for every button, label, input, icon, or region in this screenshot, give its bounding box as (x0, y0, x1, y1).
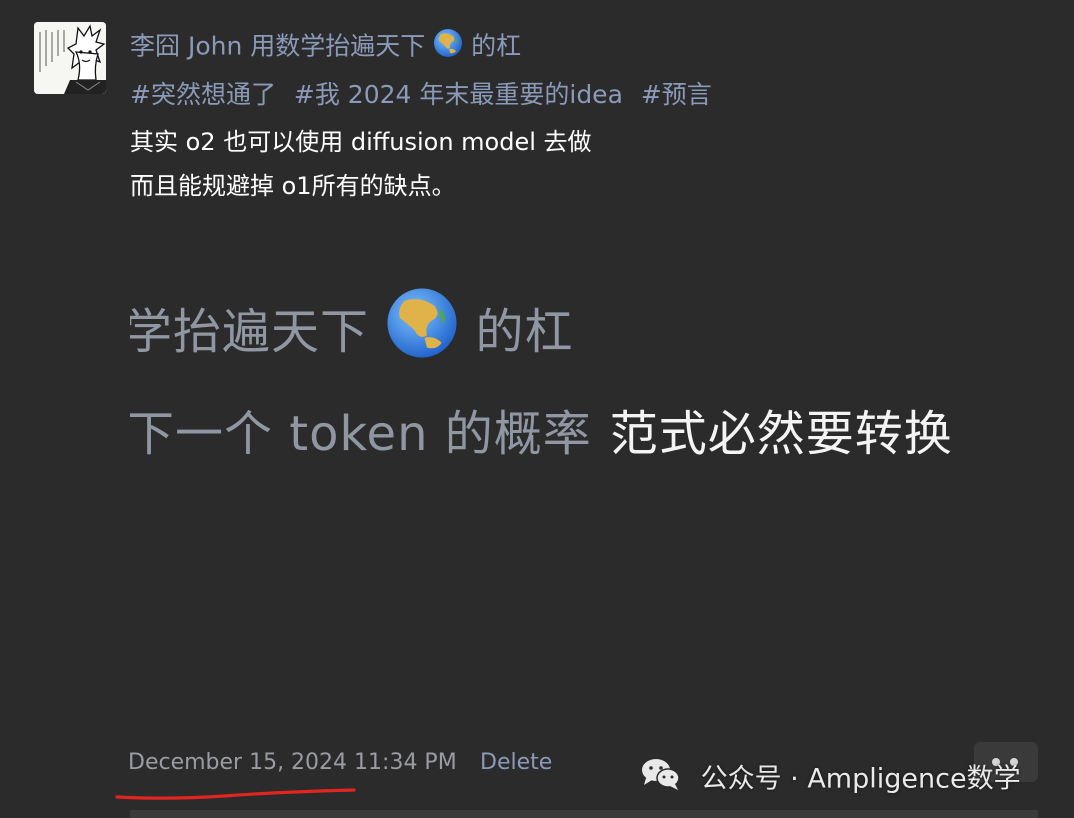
post-body: 其实 o2 也可以使用 diffusion model 去做 而且能规避掉 o1… (130, 120, 592, 208)
avatar-manga-image (34, 22, 106, 94)
hashtag-link[interactable]: #预言 (641, 80, 712, 109)
hashtag-link[interactable]: #突然想通了 (130, 80, 276, 109)
wechat-icon (640, 756, 682, 804)
author-name-suffix[interactable]: 的杠 (471, 32, 521, 61)
quote-line-1-suffix: 的杠 (475, 304, 574, 360)
bottom-divider (130, 810, 1038, 818)
post-author-header[interactable]: 李囧 John 用数学抬遍天下 的杠 (130, 28, 521, 67)
delete-button[interactable]: Delete (480, 748, 552, 778)
quote-line-2: 下一个 token 的概率 范式必然要转换 (130, 394, 953, 474)
watermark-text: 公众号 · Ampligence数学 (700, 763, 1021, 795)
avatar[interactable] (34, 22, 106, 94)
post-body-line: 而且能规避掉 o1所有的缺点。 (130, 172, 456, 200)
quote-line-2-dim: 下一个 token 的概率 (130, 406, 592, 462)
wechat-watermark: 公众号 · Ampligence数学 (640, 756, 1021, 796)
globe-asia-icon (385, 286, 459, 384)
quote-line-2-bright: 范式必然要转换 (609, 406, 953, 462)
post-timestamp: December 15, 2024 11:34 PM (128, 750, 457, 775)
red-underline-annotation (115, 788, 356, 800)
hashtag-list: #突然想通了 #我 2024 年末最重要的idea #预言 (130, 78, 722, 112)
globe-asia-icon (433, 28, 463, 67)
hashtag-link[interactable]: #我 2024 年末最重要的idea (294, 80, 623, 109)
quote-line-1-prefix: 学抬遍天下 (130, 304, 370, 360)
author-name[interactable]: 李囧 John 用数学抬遍天下 (130, 32, 425, 61)
quote-line-1: 学抬遍天下 的杠 (130, 286, 574, 384)
post-body-line: 其实 o2 也可以使用 diffusion model 去做 (130, 128, 592, 156)
embedded-image[interactable]: 学抬遍天下 的杠 下一个 token 的概率 范式必然要转换 (130, 286, 1035, 476)
